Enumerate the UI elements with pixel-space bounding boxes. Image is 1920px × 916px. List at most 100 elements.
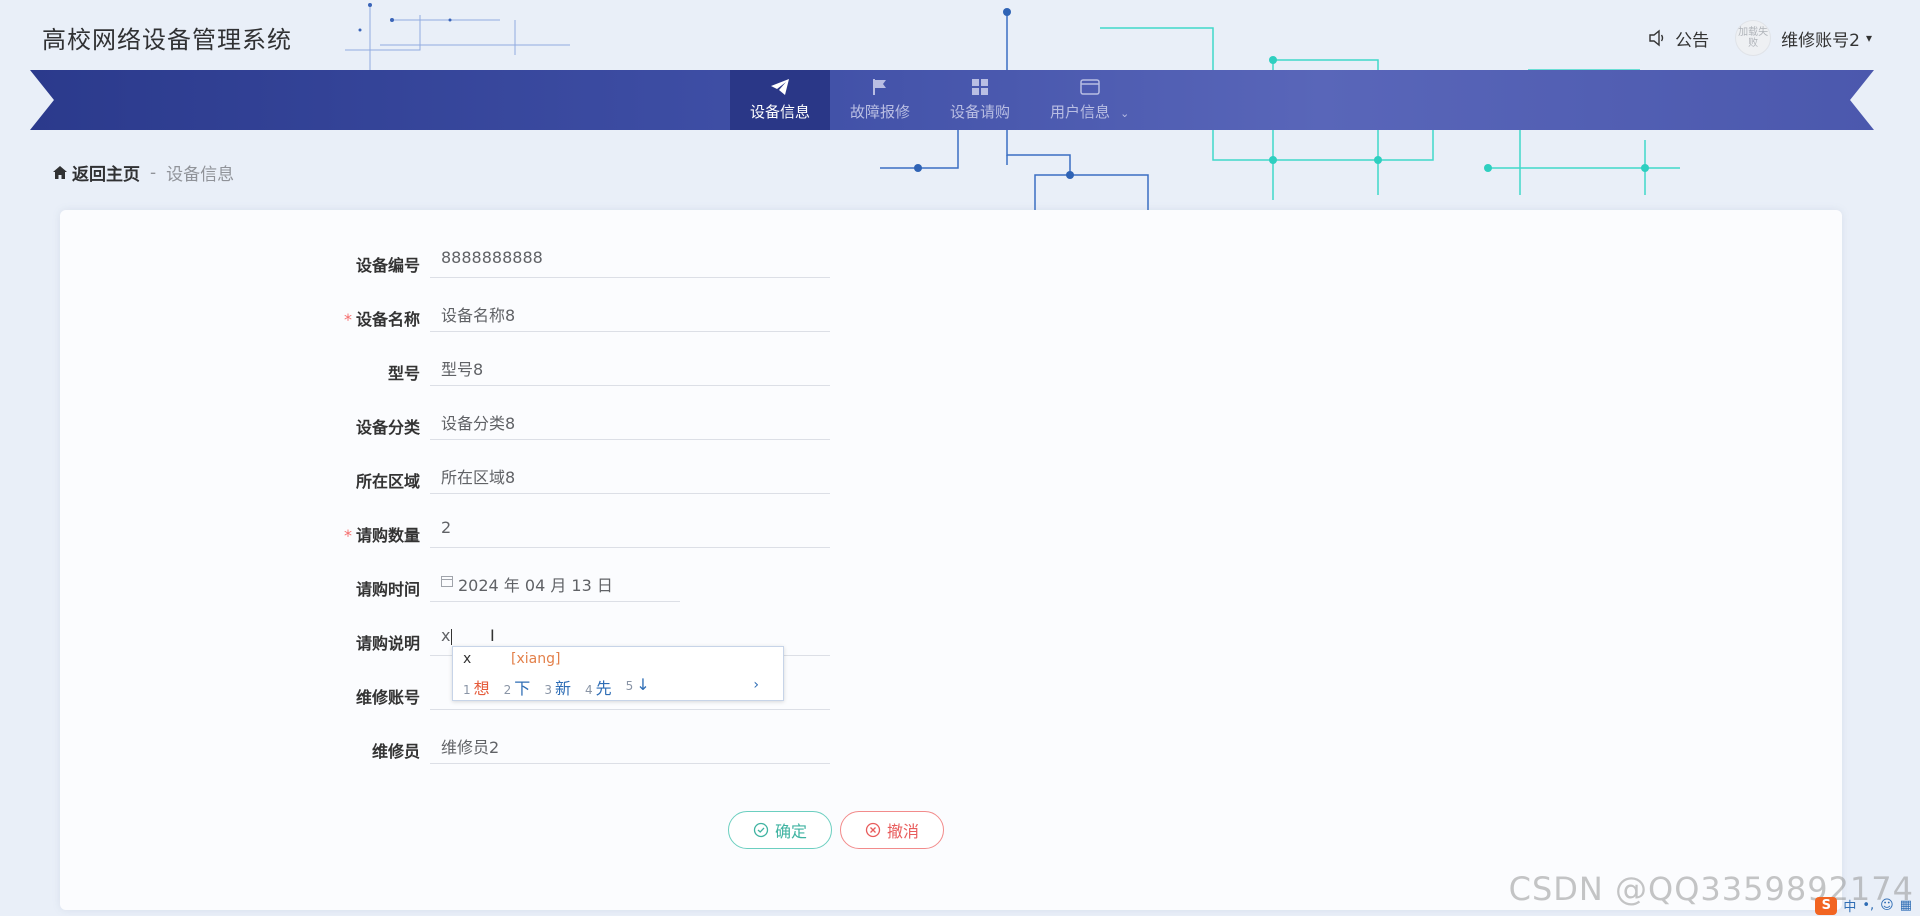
quantity-input[interactable]: 2: [430, 506, 830, 548]
ime-lang-toggle[interactable]: 中: [1843, 896, 1856, 915]
field-label: 维修员: [330, 722, 430, 762]
close-circle-icon: [865, 822, 881, 838]
field-label-text: 设备编号: [355, 256, 420, 275]
area-input[interactable]: 所在区域8: [430, 452, 830, 494]
nav-label-with-dropdown: 用户信息 ⌄: [1050, 101, 1129, 122]
breadcrumb-current: 设备信息: [166, 165, 235, 185]
cancel-button[interactable]: 撤消: [840, 811, 944, 849]
device-number-input[interactable]: 8888888888: [430, 236, 830, 278]
field-label-text: 维修员: [371, 742, 420, 761]
nav-item-device-info[interactable]: 设备信息: [730, 70, 831, 130]
sogou-logo[interactable]: S: [1815, 896, 1838, 915]
field-label-text: 型号: [387, 364, 420, 383]
form-row-purchase-date: 请购时间 2024 年 04 月 13 日: [330, 560, 830, 614]
chevron-down-icon: ⌄: [1120, 107, 1130, 120]
device-name-input[interactable]: 设备名称8: [430, 290, 830, 332]
nav-item-fault-report[interactable]: 故障报修: [830, 70, 930, 130]
form-actions: 确定 撤消: [728, 811, 952, 849]
ime-candidate-number: 1: [463, 683, 471, 697]
category-input[interactable]: 设备分类8: [430, 398, 830, 440]
ime-candidate[interactable]: 2下: [504, 675, 531, 699]
field-label: 型号: [330, 344, 430, 384]
confirm-button-label: 确定: [774, 822, 807, 841]
paper-plane-icon: [771, 79, 789, 95]
field-label-text: 请购时间: [355, 580, 420, 599]
ime-candidate[interactable]: 4先: [585, 675, 612, 699]
field-label-text: 设备分类: [355, 418, 420, 437]
user-name: 维修账号2: [1781, 30, 1860, 51]
nav-label: 设备请购: [950, 103, 1011, 121]
form-card: [60, 210, 1842, 910]
form-row-device-number: 设备编号 8888888888: [330, 236, 830, 290]
field-label: 维修账号: [330, 668, 430, 708]
field-label: 设备分类: [330, 398, 430, 438]
keyboard-icon[interactable]: ▦: [1900, 898, 1912, 913]
calendar-icon: [441, 576, 453, 587]
check-circle-icon: [753, 822, 769, 838]
ime-candidate[interactable]: 5 ↓: [626, 675, 650, 699]
ime-candidate-number: 3: [544, 683, 552, 697]
nav-label: 设备信息: [750, 103, 811, 121]
ime-punct-toggle[interactable]: •,: [1862, 898, 1874, 913]
avatar[interactable]: 加载失败: [1735, 20, 1772, 56]
form-row-repairer: 维修员 维修员2: [330, 722, 830, 776]
ime-candidate-text: 先: [595, 679, 612, 698]
repairer-input[interactable]: 维修员2: [430, 722, 830, 764]
ime-candidate-number: 2: [503, 683, 512, 697]
nav-label: 故障报修: [850, 103, 911, 121]
emoji-icon[interactable]: ☺: [1880, 898, 1894, 913]
notice-label: 公告: [1675, 30, 1710, 51]
flag-icon: [873, 79, 887, 95]
model-input[interactable]: 型号8: [430, 344, 830, 386]
ime-candidate[interactable]: 3新: [544, 675, 571, 699]
field-label: 请购时间: [330, 560, 430, 600]
purchase-note-value: x: [441, 626, 451, 645]
field-label: * 设备名称: [330, 290, 430, 330]
form-row-category: 设备分类 设备分类8: [330, 398, 830, 452]
confirm-button[interactable]: 确定: [728, 811, 832, 849]
required-mark: *: [343, 526, 352, 545]
nav-item-user-info[interactable]: 用户信息 ⌄: [1030, 70, 1149, 130]
breadcrumb: 返回主页 - 设备信息: [52, 160, 234, 185]
purchase-date-value: 2024 年 04 月 13 日: [458, 576, 613, 595]
ime-candidate-number: 4: [584, 683, 593, 697]
wallet-icon: [1079, 79, 1100, 95]
form-row-model: 型号 型号8: [330, 344, 830, 398]
field-label-text: 设备名称: [355, 310, 420, 329]
ime-composition: x: [463, 651, 472, 667]
ime-tray: S 中 •, ☺ ▦: [1815, 896, 1912, 915]
breadcrumb-home-label: 返回主页: [72, 165, 140, 185]
cancel-button-label: 撤消: [886, 822, 919, 841]
field-label: 设备编号: [330, 236, 430, 276]
breadcrumb-home[interactable]: 返回主页: [52, 160, 140, 185]
form-row-area: 所在区域 所在区域8: [330, 452, 830, 506]
ime-candidate-popup: x [xiang] 1想 2下 3新 4先 5 ↓ ›: [452, 646, 784, 701]
required-mark: *: [343, 310, 352, 329]
chevron-down-icon: ▾: [1865, 31, 1872, 45]
ime-candidate-number: 5: [625, 679, 634, 693]
purchase-date-picker[interactable]: 2024 年 04 月 13 日: [430, 560, 680, 602]
nav-label: 用户信息: [1050, 103, 1111, 121]
user-menu[interactable]: 维修账号2 ▾: [1781, 26, 1872, 51]
ime-next-page-icon[interactable]: ›: [753, 677, 759, 693]
text-caret: [451, 628, 453, 645]
text-cursor-icon: I: [490, 626, 495, 645]
topbar-right: 公告 加载失败 维修账号2 ▾: [1647, 20, 1872, 56]
nav-item-device-purchase[interactable]: 设备请购: [930, 70, 1030, 130]
speaker-icon: [1649, 29, 1664, 47]
ime-candidate-text: 想: [473, 679, 490, 698]
field-label: * 请购数量: [330, 506, 430, 546]
field-label: 请购说明: [330, 614, 430, 654]
grid-icon: [972, 79, 989, 95]
ime-candidates: 1想 2下 3新 4先 5 ↓: [463, 675, 664, 699]
notice-button[interactable]: 公告: [1647, 26, 1709, 51]
ime-candidate-text: 新: [554, 679, 571, 698]
ime-candidate-text: 下: [514, 679, 531, 698]
home-icon: [53, 166, 67, 179]
breadcrumb-separator: -: [150, 162, 157, 183]
ime-pinyin-hint: [xiang]: [511, 651, 561, 667]
field-label-text: 请购数量: [355, 526, 420, 545]
field-label-text: 所在区域: [355, 472, 420, 491]
form-row-quantity: * 请购数量 2: [330, 506, 830, 560]
ime-candidate[interactable]: 1想: [463, 675, 490, 699]
